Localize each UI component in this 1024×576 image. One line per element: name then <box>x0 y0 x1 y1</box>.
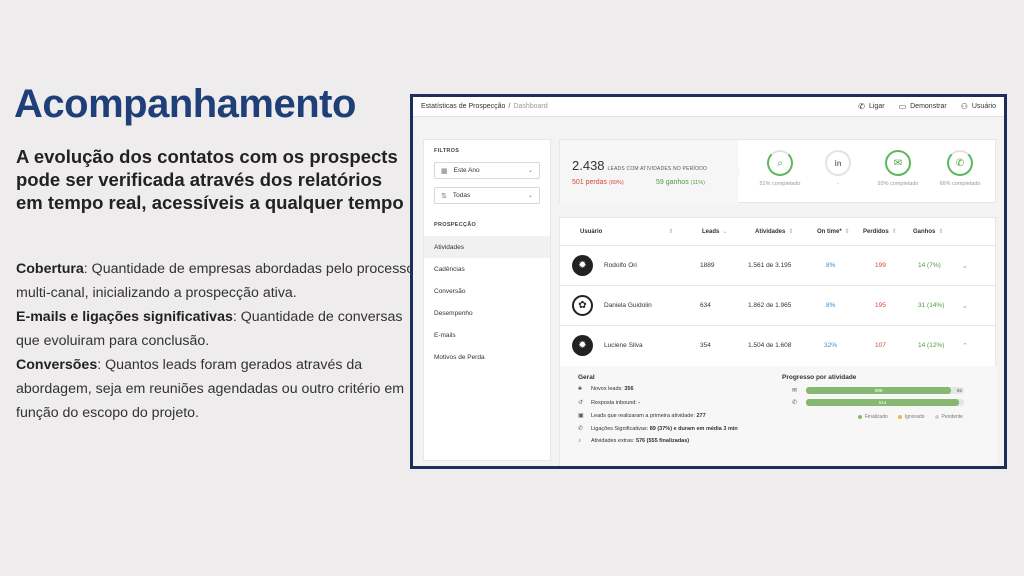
chevron-down-icon[interactable]: ⌄ <box>962 302 968 310</box>
bell-icon: ♪ <box>578 438 581 444</box>
linkedin-icon: in <box>825 150 851 176</box>
kpi-search[interactable]: ⌕ 51% completado <box>750 150 810 187</box>
progress-phone: ✆ 514 <box>792 399 964 406</box>
progress-bar: 988 82 <box>806 387 964 394</box>
sort-icon: ⇕ <box>668 229 674 235</box>
user-menu[interactable]: ⚇ Usuário <box>961 102 996 111</box>
legend-dot <box>934 414 939 419</box>
avatar: ✹ <box>572 335 593 356</box>
progress-title: Progresso por atividade <box>782 374 857 381</box>
kpi-phone[interactable]: ✆ 66% completado <box>930 150 990 187</box>
point-coverage: Cobertura: Quantidade de empresas aborda… <box>16 261 415 301</box>
nav-item-desempenho[interactable]: Desempenho <box>424 302 550 324</box>
chevron-down-icon: ⌄ <box>527 193 533 199</box>
chevron-down-icon[interactable]: ⌄ <box>962 262 968 270</box>
point-emails-calls: E-mails e ligações significativas: Quant… <box>16 309 403 349</box>
table-row[interactable]: ✹ Luciene Silva 354 1.504 de 1.608 32% 1… <box>560 326 995 366</box>
filter-icon: ⇅ <box>441 192 447 200</box>
dashboard-screenshot: Estatísticas de Prospecção / Dashboard ✆… <box>410 94 1007 469</box>
col-on-time[interactable]: On time* ⇕ <box>817 228 850 235</box>
top-actions: ✆ Ligar ▭ Demonstrar ⚇ Usuário <box>858 102 996 111</box>
table-row[interactable]: ✹ Rodolfo Ori 1889 1.561 de 3.195 8% 199… <box>560 246 995 286</box>
legend-dot <box>897 414 902 419</box>
breadcrumb-root[interactable]: Estatísticas de Prospecção <box>421 103 505 110</box>
col-usuario[interactable]: Usuário ⇕ <box>580 228 673 235</box>
phone-icon: ✆ <box>858 102 865 111</box>
monitor-icon: ▭ <box>898 102 907 111</box>
calendar-icon: ▦ <box>441 167 448 175</box>
email-icon: ✉ <box>885 150 911 176</box>
total-leads: 2.438 LEADS COM ATIVIDADES NO PERÍODO <box>572 158 708 173</box>
nav-item-atividades[interactable]: Atividades <box>424 236 550 258</box>
legend-finalizado: Finalizado <box>858 414 888 420</box>
sort-icon: ⇕ <box>938 229 944 235</box>
chevron-up-icon[interactable]: ⌃ <box>962 342 968 350</box>
slide-title: Acompanhamento <box>14 82 356 126</box>
sort-icon: ⇕ <box>891 229 897 235</box>
sort-icon: ⇕ <box>788 229 794 235</box>
col-perdidos[interactable]: Perdidos ⇕ <box>863 228 897 235</box>
kpi-linkedin[interactable]: in - <box>808 150 868 187</box>
phone-icon: ✆ <box>792 400 798 406</box>
col-leads[interactable]: Leads ⌄ <box>702 228 727 235</box>
prospection-nav: Atividades Cadências Conversão Desempenh… <box>424 236 550 368</box>
general-title: Geral <box>578 374 595 381</box>
detail-extra-activities: ♪ Atividades extras: 576 (555 finalizadas… <box>578 438 690 444</box>
progress-bar: 514 <box>806 399 964 406</box>
top-bar: Estatísticas de Prospecção / Dashboard ✆… <box>413 97 1004 117</box>
search-icon: ⌕ <box>767 150 793 176</box>
progress-email: ✉ 988 82 <box>792 387 964 394</box>
avatar: ✹ <box>572 255 593 276</box>
demo-button[interactable]: ▭ Demonstrar <box>899 102 947 111</box>
table-row[interactable]: ✿ Daniela Guidolin 634 1.862 de 1.965 8%… <box>560 286 995 326</box>
point-conversions: Conversões: Quantos leads foram gerados … <box>16 357 405 421</box>
phone-icon: ✆ <box>578 426 584 432</box>
call-button[interactable]: ✆ Ligar <box>858 102 884 111</box>
nav-item-conversao[interactable]: Conversão <box>424 280 550 302</box>
col-ganhos[interactable]: Ganhos ⇕ <box>913 228 943 235</box>
users-table: Usuário ⇕ Leads ⌄ Atividades ⇕ On time* ⇕ Pe… <box>559 217 997 466</box>
lost-count: 501 perdas (89%) <box>572 179 624 186</box>
nav-item-motivos-de-perda[interactable]: Motivos de Perda <box>424 346 550 368</box>
filters-title: FILTROS <box>434 148 460 154</box>
progress-bar-fill: 988 <box>806 387 952 394</box>
kpi-email[interactable]: ✉ 93% completado <box>868 150 928 187</box>
col-atividades[interactable]: Atividades ⇕ <box>755 228 793 235</box>
chevron-down-icon: ⌄ <box>527 168 533 174</box>
progress-bar-fill: 514 <box>806 399 960 406</box>
nav-item-cadencias[interactable]: Cadências <box>424 258 550 280</box>
detail-calls: ✆ Ligações Significativas: 89 (37%) e dur… <box>578 425 738 433</box>
won-count: 59 ganhos (11%) <box>656 179 705 186</box>
breadcrumb-current: Dashboard <box>513 103 548 110</box>
breadcrumb-separator: / <box>508 103 511 110</box>
summary-card: 2.438 LEADS COM ATIVIDADES NO PERÍODO 501… <box>559 139 996 204</box>
detail-inbound: ↺ Resposta inbound: - <box>578 399 641 407</box>
prospection-title: PROSPECÇÃO <box>434 222 477 228</box>
period-select[interactable]: ▦ Este Ano ⌄ <box>434 162 540 179</box>
owner-select[interactable]: ⇅ Todas ⌄ <box>434 187 540 204</box>
user-icon: ⚇ <box>960 102 968 111</box>
sort-desc-icon: ⌄ <box>722 229 728 235</box>
table-header: Usuário ⇕ Leads ⌄ Atividades ⇕ On time* ⇕ Pe… <box>560 218 995 246</box>
legend-pendente: Pendente <box>934 414 963 420</box>
slide-body: Cobertura: Quantidade de empresas aborda… <box>16 257 416 425</box>
progress-legend: Finalizado Ignorado Pendente <box>858 414 963 420</box>
nav-item-emails[interactable]: E-mails <box>424 324 550 346</box>
legend-dot <box>858 414 862 419</box>
new-leads-icon: ♣ <box>578 386 582 392</box>
detail-first-activity: ▣ Leads que realizaram a primeira ativida… <box>578 412 706 420</box>
legend-ignorado: Ignorado <box>897 414 925 420</box>
first-activity-icon: ▣ <box>578 413 584 419</box>
phone-icon: ✆ <box>947 150 973 176</box>
avatar: ✿ <box>572 295 593 316</box>
row-details: Geral ♣ Novos leads: 356 ↺ Resposta inboun… <box>560 366 997 466</box>
detail-new-leads: ♣ Novos leads: 356 <box>578 386 634 392</box>
email-icon: ✉ <box>792 388 798 394</box>
sort-icon: ⇕ <box>844 229 850 235</box>
inbound-icon: ↺ <box>578 400 584 406</box>
filters-panel: FILTROS ▦ Este Ano ⌄ ⇅ Todas ⌄ PROSPECÇÃO At… <box>423 139 551 461</box>
slide-subtitle: A evolução dos contatos com os prospects… <box>16 146 404 213</box>
